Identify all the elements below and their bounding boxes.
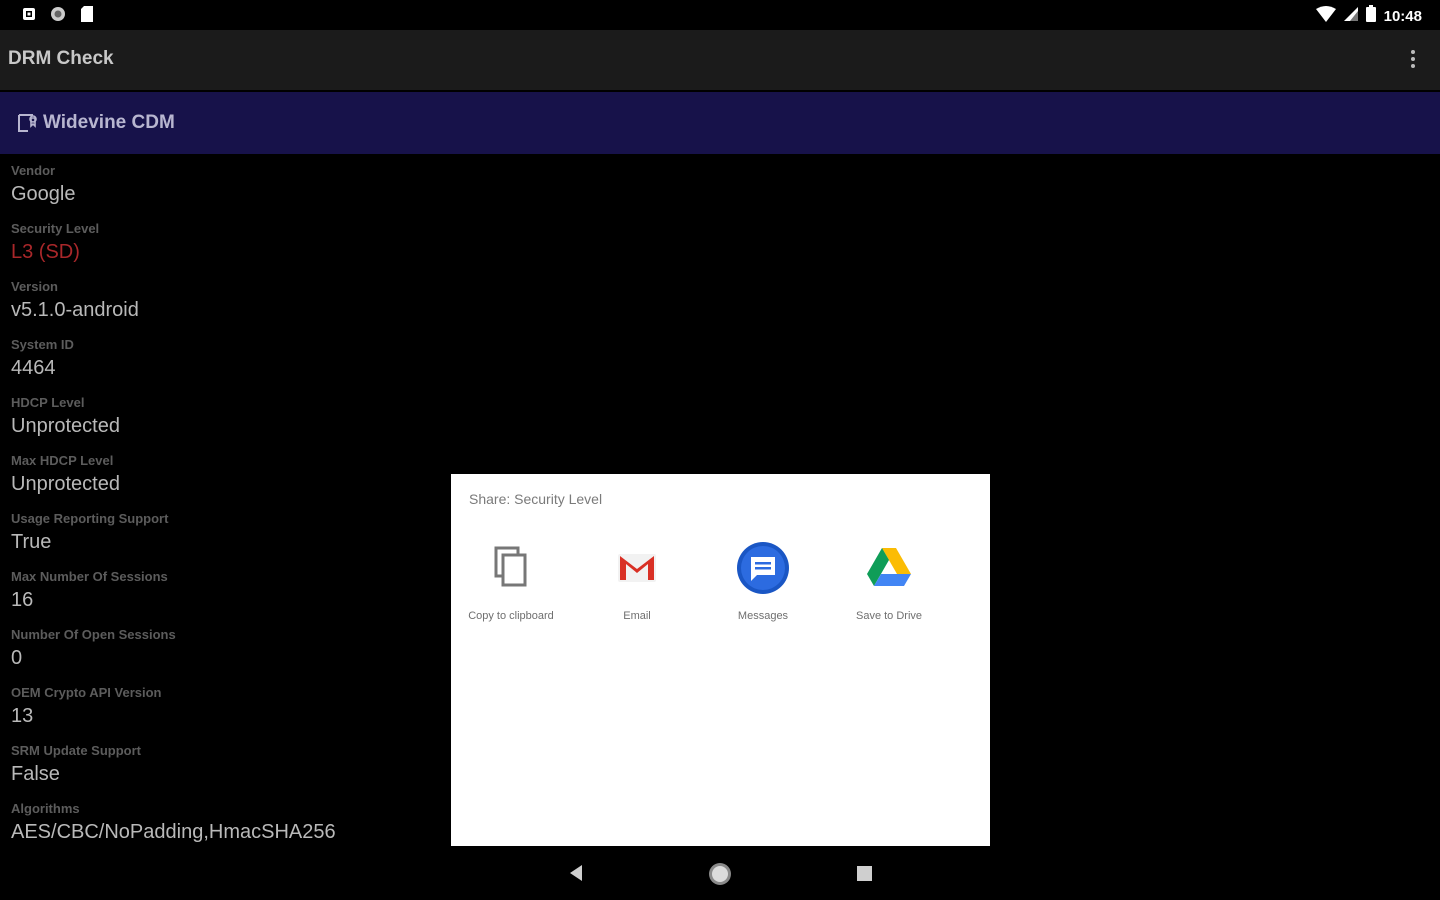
property-label: SRM Update Support [11, 743, 141, 758]
property-label: OEM Crypto API Version [11, 685, 162, 700]
property-algorithms[interactable]: Algorithms AES/CBC/NoPadding,HmacSHA256 [11, 798, 441, 856]
overflow-menu-icon[interactable] [1410, 50, 1416, 70]
share-target-label: Save to Drive [855, 610, 923, 622]
back-icon[interactable] [566, 862, 586, 889]
battery-icon [1365, 5, 1376, 27]
property-label: Vendor [11, 163, 56, 178]
property-version[interactable]: Version v5.1.0-android [11, 276, 441, 334]
share-target-label: Copy to clipboard [468, 610, 554, 622]
recents-icon[interactable] [856, 862, 874, 889]
share-target-label: Email [623, 610, 651, 622]
property-label: Number Of Open Sessions [11, 627, 176, 642]
messages-icon [735, 540, 791, 596]
property-label: System ID [11, 337, 74, 352]
property-value: 4464 [11, 357, 56, 379]
share-dialog: Share: Security Level Copy to clipboard … [451, 474, 990, 846]
property-hdcp-level[interactable]: HDCP Level Unprotected [11, 392, 441, 450]
share-target-copy[interactable]: Copy to clipboard [463, 540, 559, 624]
property-value: False [11, 763, 60, 785]
section-title: Widevine CDM [43, 112, 175, 133]
property-value: Unprotected [11, 415, 120, 437]
certificate-icon [16, 112, 38, 139]
screen: 10:48 DRM Check Widevine CDM Vendor Goog… [0, 0, 1440, 900]
share-target-messages[interactable]: Messages [715, 540, 811, 624]
property-label: Max Number Of Sessions [11, 569, 168, 584]
drive-icon [861, 540, 917, 596]
property-label: Max HDCP Level [11, 453, 114, 468]
property-oem-crypto-version[interactable]: OEM Crypto API Version 13 [11, 682, 441, 740]
property-open-sessions[interactable]: Number Of Open Sessions 0 [11, 624, 441, 682]
wifi-icon [1315, 5, 1336, 27]
property-usage-reporting[interactable]: Usage Reporting Support True [11, 508, 441, 566]
property-value: 16 [11, 589, 34, 611]
app-bar: DRM Check [0, 30, 1440, 90]
property-security-level[interactable]: Security Level L3 (SD) [11, 218, 441, 276]
property-list: Vendor Google Security Level L3 (SD) Ver… [11, 160, 441, 856]
property-max-sessions[interactable]: Max Number Of Sessions 16 [11, 566, 441, 624]
section-header: Widevine CDM [0, 92, 1440, 154]
property-label: HDCP Level [11, 395, 85, 410]
share-target-label: Messages [737, 610, 789, 622]
share-target-drive[interactable]: Save to Drive [841, 540, 937, 624]
property-system-id[interactable]: System ID 4464 [11, 334, 441, 392]
navigation-bar [0, 850, 1440, 900]
property-max-hdcp-level[interactable]: Max HDCP Level Unprotected [11, 450, 441, 508]
home-icon[interactable] [708, 862, 732, 891]
status-bar-left [22, 6, 94, 27]
app-title: DRM Check [8, 48, 114, 69]
property-label: Algorithms [11, 801, 80, 816]
sd-card-icon [80, 6, 94, 27]
property-vendor[interactable]: Vendor Google [11, 160, 441, 218]
cell-signal-icon [1343, 6, 1358, 26]
property-value: Google [11, 183, 76, 205]
share-dialog-title: Share: Security Level [469, 491, 603, 507]
property-value: 13 [11, 705, 34, 727]
property-value: 0 [11, 647, 23, 669]
property-value: AES/CBC/NoPadding,HmacSHA256 [11, 821, 336, 843]
copy-icon [483, 540, 539, 596]
gmail-icon [609, 540, 665, 596]
sync-icon [50, 6, 66, 27]
property-value: L3 (SD) [11, 241, 80, 263]
property-value: Unprotected [11, 473, 120, 495]
property-value: v5.1.0-android [11, 299, 139, 321]
status-bar-right: 10:48 [1315, 5, 1422, 27]
status-bar: 10:48 [0, 0, 1440, 30]
property-srm-update[interactable]: SRM Update Support False [11, 740, 441, 798]
property-value: True [11, 531, 52, 553]
property-label: Version [11, 279, 58, 294]
status-time: 10:48 [1383, 7, 1422, 25]
property-label: Security Level [11, 221, 100, 236]
share-target-email[interactable]: Email [589, 540, 685, 624]
app-notification-icon [22, 7, 36, 26]
property-label: Usage Reporting Support [11, 511, 169, 526]
